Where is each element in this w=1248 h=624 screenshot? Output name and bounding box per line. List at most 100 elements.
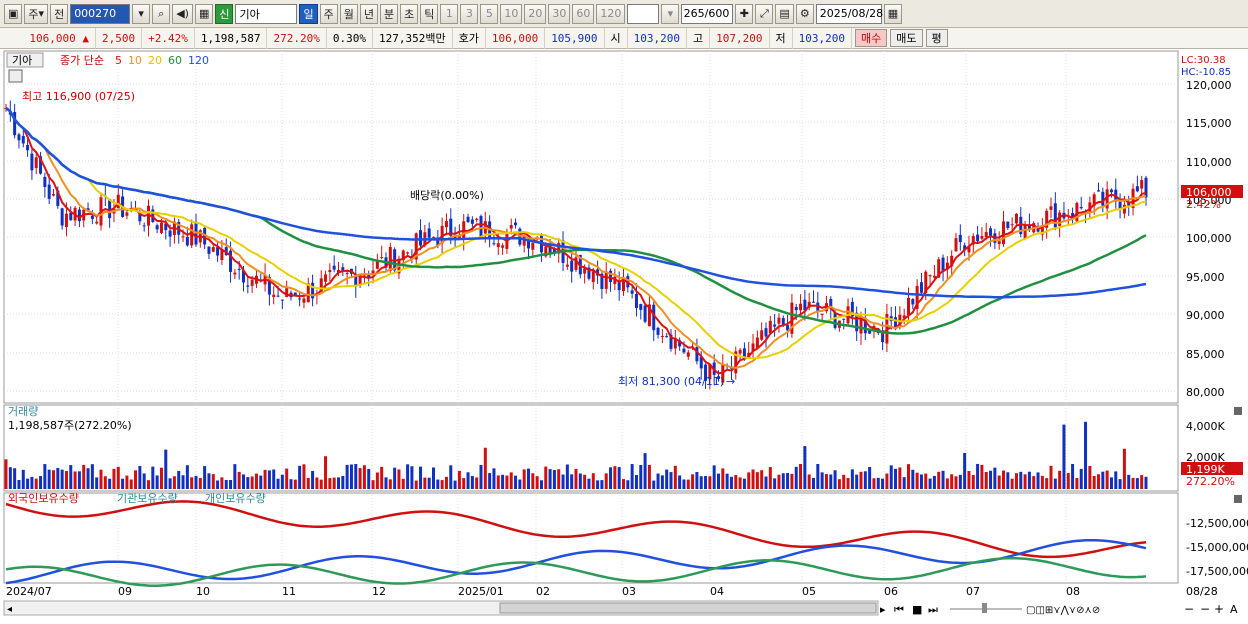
volume-bar xyxy=(34,478,38,489)
interval-120-button[interactable]: 120 xyxy=(596,3,626,24)
hold-y-tick: -15,000,000 xyxy=(1186,541,1248,554)
period-second-button[interactable]: 초 xyxy=(400,3,419,24)
volume-bar xyxy=(781,473,785,489)
stock-code-input[interactable]: 000270 xyxy=(70,3,131,24)
volume-bar xyxy=(263,469,267,489)
period-month-button[interactable]: 월 xyxy=(339,3,358,24)
buy-button[interactable]: 매수 xyxy=(855,29,888,47)
eval-button[interactable]: 평 xyxy=(925,29,948,47)
interval-custom-input[interactable] xyxy=(627,3,660,24)
interval-10-button[interactable]: 10 xyxy=(500,3,523,24)
interval-5-button[interactable]: 5 xyxy=(480,3,499,24)
window-icon[interactable]: ▣ xyxy=(4,3,23,24)
interval-60-button[interactable]: 60 xyxy=(572,3,595,24)
candle-body xyxy=(246,285,250,287)
volume-bar xyxy=(1075,478,1079,489)
period-year-button[interactable]: 년 xyxy=(359,3,378,24)
period-minute-button[interactable]: 분 xyxy=(379,3,399,24)
type-dropdown[interactable]: 주 ▾ xyxy=(24,3,49,24)
volume-bar xyxy=(764,476,768,489)
trend-icon[interactable]: ⤢ xyxy=(755,3,774,24)
zoom-reset-icon[interactable]: − xyxy=(1200,602,1210,616)
volume-close-icon[interactable] xyxy=(1234,407,1242,415)
candle-body xyxy=(475,218,479,220)
table-icon[interactable] xyxy=(8,69,23,83)
interval-1-button[interactable]: 1 xyxy=(440,3,459,24)
volume-bar xyxy=(475,477,479,489)
volume-bar xyxy=(444,476,448,489)
zoom-slider-thumb[interactable] xyxy=(982,603,987,613)
period-day-button[interactable]: 일 xyxy=(299,3,318,24)
count-input[interactable]: 265/600 xyxy=(681,3,734,24)
first-page-icon[interactable]: ⏮ xyxy=(894,603,904,616)
candle-body xyxy=(492,243,496,245)
current-price: 106,000 ▲ xyxy=(0,27,96,49)
candle-body xyxy=(466,216,470,223)
volume-bar xyxy=(13,468,17,489)
scrollbar-thumb[interactable] xyxy=(499,602,877,614)
tool-icons[interactable]: ▢◫⊞⋎⋀⋎⊘⋏⊘ xyxy=(1026,605,1100,616)
volume-bar xyxy=(1118,479,1122,489)
scroll-left-icon[interactable]: ◂ xyxy=(7,604,12,615)
volume-bar xyxy=(626,480,630,489)
candle-body xyxy=(501,245,505,248)
volume-bar xyxy=(704,476,708,489)
period-tick-button[interactable]: 틱 xyxy=(420,3,439,24)
code-dropdown-icon[interactable]: ▾ xyxy=(132,3,151,24)
zoom-out-icon[interactable]: − xyxy=(1184,602,1194,616)
volume-bar xyxy=(397,469,401,489)
interval-20-button[interactable]: 20 xyxy=(524,3,547,24)
candle-body xyxy=(95,221,99,224)
volume-bar xyxy=(747,472,751,489)
prev-button[interactable]: 전 xyxy=(50,3,69,24)
volume-bar xyxy=(69,465,73,489)
speaker-icon[interactable]: ◀) xyxy=(172,3,193,24)
interval-3-button[interactable]: 3 xyxy=(460,3,479,24)
volume-bar xyxy=(181,475,185,489)
candle-body xyxy=(233,272,237,275)
interval-30-button[interactable]: 30 xyxy=(548,3,571,24)
volume-bar xyxy=(812,477,815,489)
volume-bar xyxy=(1084,421,1088,489)
search-icon[interactable]: ⌕ xyxy=(152,3,171,24)
volume-bar xyxy=(259,475,263,489)
stock-name-field[interactable]: 기아 xyxy=(235,3,298,24)
last-page-icon[interactable]: ⏭ xyxy=(928,603,938,616)
volume-bar xyxy=(717,473,720,489)
grid-icon[interactable]: ▦ xyxy=(194,3,214,24)
holdings-panel[interactable] xyxy=(3,492,1179,584)
candle-body xyxy=(833,312,837,328)
calendar-icon[interactable]: ▦ xyxy=(883,3,903,24)
volume-bar xyxy=(1066,473,1070,489)
holdings-close-icon[interactable] xyxy=(1234,495,1242,503)
volume-bar xyxy=(1092,475,1096,489)
scroll-right-icon[interactable]: ▸ xyxy=(880,603,886,616)
volume-bar xyxy=(928,478,932,489)
stock-chart[interactable]: 기아 종가 단순 5 10 20 60 120 LC:30.38 HC:-10.… xyxy=(0,49,1248,621)
interval-dropdown-icon[interactable]: ▾ xyxy=(661,3,680,24)
sell-button[interactable]: 매도 xyxy=(890,29,923,47)
chart-area[interactable]: 기아 종가 단순 5 10 20 60 120 LC:30.38 HC:-10.… xyxy=(0,49,1248,621)
volume-bar xyxy=(561,474,565,489)
period-week-button[interactable]: 주 xyxy=(319,3,338,24)
candle-body xyxy=(1109,189,1113,193)
stop-icon[interactable]: ■ xyxy=(912,603,922,616)
candle-body xyxy=(302,298,306,303)
gear-icon[interactable]: ⚙ xyxy=(795,3,814,24)
volume-bar xyxy=(393,467,397,489)
date-input[interactable]: 2025/08/28 xyxy=(815,3,883,24)
save-icon[interactable]: ▤ xyxy=(775,3,794,24)
volume-bar xyxy=(617,467,621,489)
volume-bar xyxy=(583,474,587,489)
font-size-icon[interactable]: A xyxy=(1230,603,1238,616)
volume-bar xyxy=(518,479,522,489)
crosshair-icon[interactable]: ✚ xyxy=(735,3,754,24)
volume-value-label: 1,198,587주(272.20%) xyxy=(8,419,132,432)
volume-bar xyxy=(552,470,556,489)
volume-bar xyxy=(656,473,660,489)
zoom-in-icon[interactable]: + xyxy=(1214,602,1224,616)
volume-bar xyxy=(613,466,617,489)
candle-body xyxy=(496,243,500,248)
volume-bar xyxy=(1140,475,1144,489)
change-value: 2,500 xyxy=(96,27,143,49)
